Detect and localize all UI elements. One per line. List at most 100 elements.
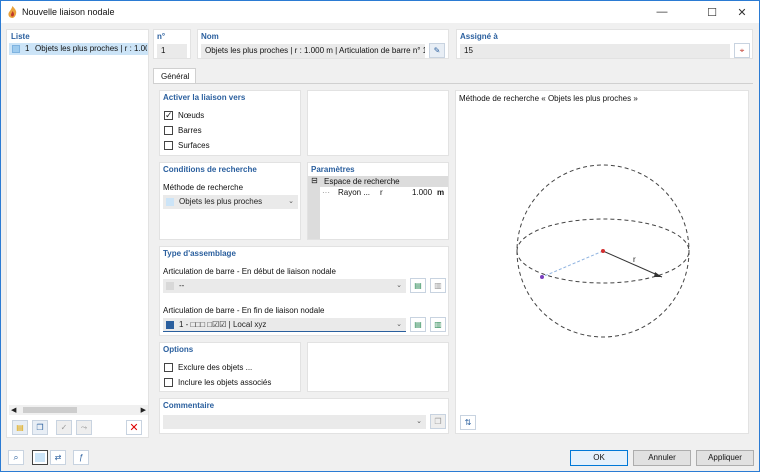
edit-end-hinge-button[interactable]: ▥ [430,317,446,332]
delete-button[interactable]: ✕ [126,420,142,435]
view-settings-icon: ⇅ [464,418,472,427]
uncheck-button[interactable]: ⤳ [76,420,92,435]
new-end-hinge-button[interactable]: ▤ [410,317,426,332]
options-title: Options [163,345,194,354]
include-associated-label: Inclure les objets associés [178,378,272,387]
parameters-group-row[interactable]: ⊟ Espace de recherche [308,176,448,187]
color-button[interactable] [32,450,48,465]
radius-unit: m [437,188,445,197]
list-item-label: Objets les plus proches | r : 1.000 m [35,44,147,53]
cancel-button[interactable]: Annuler [633,450,691,466]
end-swatch-icon [166,321,174,329]
assigned-panel: Assigné à 15 ⌖ [456,29,753,59]
scroll-right-icon[interactable]: ▶ [141,406,146,414]
new-hinge-icon: ▤ [414,320,422,329]
end-hinge-value: 1 - □□□ □☑☑ | Local xyz [179,320,267,329]
exclude-objects-label: Exclure des objets ... [178,363,253,372]
include-associated-checkbox[interactable] [164,378,173,387]
assigned-label: Assigné à [460,32,498,41]
scroll-left-icon[interactable]: ◀ [11,406,16,414]
exclude-objects-checkbox[interactable] [164,363,173,372]
assembly-panel: Type d'assemblage Articulation de barre … [159,246,449,336]
units-button[interactable]: ⇄ [50,450,66,465]
checkmark-icon: ✓ [165,110,173,120]
options-panel: Options Exclure des objets ... Inclure l… [159,342,301,392]
color-square-icon [35,453,45,462]
end-hinge-label: Articulation de barre - En fin de liaiso… [163,306,325,315]
new-start-hinge-button[interactable]: ▤ [410,278,426,293]
ok-button[interactable]: OK [570,450,628,466]
comment-dropdown[interactable]: ⌄ [163,415,426,429]
edit-hinge-icon: ▥ [434,281,442,290]
units-icon: ⇄ [54,453,62,462]
copy-item-button[interactable]: ❐ [32,420,48,435]
assigned-field[interactable]: 15 [460,44,730,58]
list-item[interactable]: 1 Objets les plus proches | r : 1.000 m [9,43,148,55]
new-item-button[interactable]: ▤ [12,420,28,435]
list-header: Liste [11,32,30,41]
collapse-icon[interactable]: ⊟ [311,176,318,185]
tree-line: ··· [322,188,330,197]
nodes-label: Nœuds [178,111,205,120]
nodes-checkbox[interactable]: ✓ [164,110,173,120]
comment-library-button[interactable]: ❐ [430,414,446,429]
select-objects-button[interactable]: ⌖ [734,43,750,58]
surfaces-checkbox[interactable] [164,141,173,150]
chevron-down-icon: ⌄ [416,418,422,425]
edit-name-button[interactable]: ✎ [429,43,445,58]
activate-panel: Activer la liaison vers ✓ Nœuds Barres S… [159,90,301,156]
view-options-button[interactable]: ⇅ [460,415,476,430]
search-conditions-panel: Conditions de recherche Méthode de reche… [159,162,301,240]
apply-button[interactable]: Appliquer [696,450,754,466]
list-panel: Liste 1 Objets les plus proches | r : 1.… [6,29,149,438]
name-field[interactable]: Objets les plus proches | r : 1.000 m | … [201,44,425,58]
empty-panel-top [307,90,449,156]
edit-pencil-icon: ✎ [433,46,441,55]
sphere-diagram: r [516,164,690,338]
radius-value[interactable]: 1.000 [412,188,432,197]
list-item-number: 1 [25,44,30,53]
close-icon: ✕ [737,6,747,19]
new-folder-icon: ▤ [16,423,24,432]
list-scrollbar[interactable]: ◀ ▶ [9,405,148,415]
end-hinge-dropdown[interactable]: 1 - □□□ □☑☑ | Local xyz ⌄ [163,318,406,332]
scrollbar-thumb[interactable] [23,407,77,413]
app-flame-icon [8,6,17,18]
number-panel: n° 1 [153,29,191,59]
parameters-row[interactable]: ··· Rayon ... r 1.000 m [322,187,448,198]
activate-title: Activer la liaison vers [163,93,246,102]
start-hinge-dropdown[interactable]: -- ⌄ [163,279,406,293]
copy-icon: ❐ [36,423,44,432]
start-hinge-value: -- [179,281,185,290]
tab-general-label: Général [161,72,190,81]
minimize-button[interactable]: — [645,1,679,23]
radius-label: r [633,255,636,264]
number-field[interactable]: 1 [157,44,187,58]
parameters-panel: Paramètres ⊟ Espace de recherche ··· Ray… [307,162,449,240]
search-button[interactable]: ⌕ [8,450,24,465]
maximize-button[interactable]: ☐ [695,1,729,23]
surfaces-label: Surfaces [178,141,210,150]
chevron-down-icon: ⌄ [396,282,402,289]
parameters-group-label: Espace de recherche [324,177,400,186]
function-icon: ƒ [78,453,84,462]
chevron-down-icon: ⌄ [396,321,402,328]
maximize-icon: ☐ [707,6,717,19]
search-method-dropdown[interactable]: Objets les plus proches ⌄ [163,195,298,209]
library-icon: ❐ [434,417,442,426]
method-swatch-icon [166,198,174,206]
nearest-node [540,275,544,279]
check-button[interactable]: ✓ [56,420,72,435]
formula-button[interactable]: ƒ [73,450,89,465]
members-checkbox[interactable] [164,126,173,135]
comment-panel: Commentaire ⌄ ❐ [159,398,449,434]
name-panel: Nom Objets les plus proches | r : 1.000 … [197,29,449,59]
start-swatch-icon [166,282,174,290]
edit-start-hinge-button[interactable]: ▥ [430,278,446,293]
tab-general[interactable]: Général [153,68,196,84]
close-button[interactable]: ✕ [725,1,759,23]
minimize-icon: — [656,6,668,18]
delete-x-icon: ✕ [129,422,139,434]
check-icon: ✓ [60,423,68,432]
footer: ⌕ ⇄ ƒ OK Annuler Appliquer [1,445,759,471]
